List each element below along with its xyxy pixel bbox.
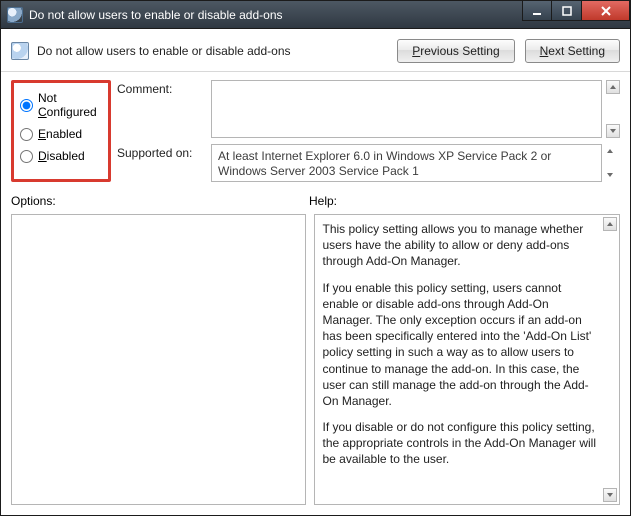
help-scrollbar[interactable]	[603, 217, 617, 502]
help-paragraph-2: If you enable this policy setting, users…	[323, 280, 600, 410]
scroll-up-icon[interactable]	[603, 217, 617, 231]
app-icon	[7, 7, 23, 23]
options-pane	[11, 214, 306, 505]
radio-disabled-input[interactable]	[20, 150, 33, 163]
comment-label: Comment:	[117, 80, 207, 138]
help-pane: This policy setting allows you to manage…	[314, 214, 621, 505]
radio-disabled[interactable]: Disabled	[20, 147, 102, 169]
meta-column: Comment: Supported on: At least Internet…	[117, 80, 620, 182]
scroll-up-icon[interactable]	[606, 144, 620, 158]
page-title: Do not allow users to enable or disable …	[37, 44, 397, 58]
help-paragraph-3: If you disable or do not configure this …	[323, 419, 600, 468]
scroll-up-icon[interactable]	[606, 80, 620, 94]
help-paragraph-1: This policy setting allows you to manage…	[323, 221, 600, 270]
radio-enabled-input[interactable]	[20, 128, 33, 141]
options-label: Options:	[11, 194, 309, 208]
help-label: Help:	[309, 194, 337, 208]
lower-section: Options: Help: This policy setting allow…	[1, 186, 630, 515]
titlebar[interactable]: Do not allow users to enable or disable …	[1, 1, 630, 29]
close-button[interactable]	[582, 1, 630, 21]
radio-not-configured-label: Not Configured	[38, 91, 102, 119]
window-title: Do not allow users to enable or disable …	[29, 8, 522, 22]
config-row: Not Configured Enabled Disabled Comment:…	[1, 72, 630, 186]
maximize-button[interactable]	[552, 1, 582, 21]
previous-setting-button[interactable]: Previous Setting	[397, 39, 514, 63]
radio-not-configured-input[interactable]	[20, 99, 33, 112]
header-row: Do not allow users to enable or disable …	[1, 29, 630, 69]
next-setting-button[interactable]: Next Setting	[525, 39, 620, 63]
radio-enabled[interactable]: Enabled	[20, 125, 102, 147]
next-rest: ext Setting	[548, 44, 605, 58]
minimize-button[interactable]	[522, 1, 552, 21]
prev-rest: revious Setting	[420, 44, 499, 58]
window-controls	[522, 1, 630, 28]
supported-on-text: At least Internet Explorer 6.0 in Window…	[211, 144, 602, 182]
scroll-down-icon[interactable]	[606, 168, 620, 182]
radio-enabled-label: Enabled	[38, 127, 82, 141]
comment-input[interactable]	[211, 80, 602, 138]
state-radio-group: Not Configured Enabled Disabled	[11, 80, 111, 182]
lower-labels: Options: Help:	[11, 194, 620, 208]
comment-scrollbar[interactable]	[606, 80, 620, 138]
supported-scrollbar[interactable]	[606, 144, 620, 182]
scroll-down-icon[interactable]	[606, 124, 620, 138]
policy-editor-window: Do not allow users to enable or disable …	[0, 0, 631, 516]
policy-icon	[11, 42, 29, 60]
radio-not-configured[interactable]: Not Configured	[20, 89, 102, 125]
next-underline: N	[540, 44, 549, 58]
scroll-down-icon[interactable]	[603, 488, 617, 502]
panes: This policy setting allows you to manage…	[11, 214, 620, 505]
supported-on-label: Supported on:	[117, 144, 207, 160]
nav-buttons: Previous Setting Next Setting	[397, 39, 620, 63]
radio-disabled-label: Disabled	[38, 149, 85, 163]
